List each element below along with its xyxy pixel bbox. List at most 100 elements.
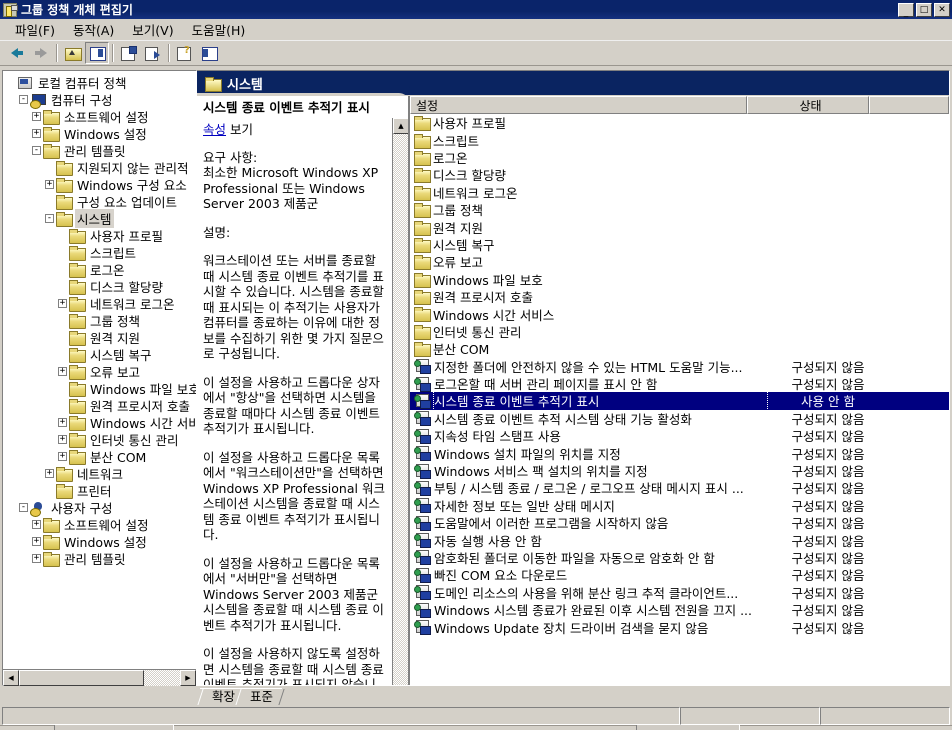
settings-list-rows[interactable]: 사용자 프로필 스크립트 로그온 디스크 할당량 네트워크 로그온 그룹 정책 원격 지원 시… <box>410 114 949 685</box>
tree-item[interactable]: 사용자 프로필 <box>6 227 196 244</box>
collapse-toggle-icon[interactable]: - <box>45 214 54 223</box>
settings-list-row[interactable]: 원격 지원 <box>410 218 949 236</box>
view-properties-link[interactable]: 속성 <box>203 122 226 137</box>
expand-toggle-icon[interactable]: + <box>58 418 67 427</box>
expand-toggle-icon[interactable]: + <box>32 554 41 563</box>
export-list-button[interactable] <box>141 42 165 64</box>
properties-button[interactable] <box>117 42 141 64</box>
settings-list-row[interactable]: 로그온 <box>410 149 949 166</box>
settings-list-row[interactable]: 인터넷 통신 관리 <box>410 323 949 340</box>
scroll-track[interactable] <box>19 669 180 686</box>
expand-toggle-icon[interactable]: + <box>58 367 67 376</box>
settings-list-row[interactable]: Windows 설치 파일의 위치를 지정 구성되지 않음 <box>410 444 949 462</box>
tree-item[interactable]: - 컴퓨터 구성 <box>6 91 196 109</box>
tree-item[interactable]: - 사용자 구성 <box>6 499 196 517</box>
settings-list-row[interactable]: 자세한 정보 또는 일반 상태 메시지 구성되지 않음 <box>410 497 949 514</box>
tab-standard[interactable]: 표준 <box>238 688 283 705</box>
show-hide-action-pane-button[interactable] <box>197 42 221 64</box>
settings-list-row[interactable]: 원격 프로시저 호출 <box>410 288 949 305</box>
tree-item[interactable]: - 관리 템플릿 <box>6 142 196 159</box>
expand-toggle-icon[interactable]: + <box>58 435 67 444</box>
tree-item[interactable]: Windows 파일 보호 <box>6 380 196 397</box>
settings-list-row[interactable]: 도메인 리소스의 사용을 위해 분산 링크 추적 클라이언트... 구성되지 않음 <box>410 584 949 601</box>
settings-list-row[interactable]: Windows 서비스 팩 설치의 위치를 지정 구성되지 않음 <box>410 462 949 479</box>
expand-toggle-icon[interactable]: + <box>58 452 67 461</box>
settings-list-row[interactable]: Windows Update 장치 드라이버 검색을 묻지 않음 구성되지 않음 <box>410 618 949 636</box>
close-button[interactable]: ✕ <box>934 2 950 17</box>
settings-list-row[interactable]: Windows 시스템 종료가 완료된 이후 시스템 전원을 끄지 ... 구성되… <box>410 601 949 618</box>
back-button[interactable] <box>5 42 29 64</box>
tree-item[interactable]: - 시스템 <box>6 209 196 228</box>
taskbar-button[interactable] <box>54 725 174 730</box>
settings-list-row[interactable]: 자동 실행 사용 안 함 구성되지 않음 <box>410 531 949 549</box>
scroll-up-button[interactable]: ▲ <box>393 118 408 134</box>
tree-item[interactable]: + Windows 설정 <box>6 125 196 142</box>
scroll-track[interactable] <box>393 134 408 685</box>
settings-list-row[interactable]: 시스템 종료 이벤트 추적 시스템 상태 기능 활성화 구성되지 않음 <box>410 410 949 427</box>
settings-list-row[interactable]: Windows 파일 보호 <box>410 271 949 288</box>
settings-list-row[interactable]: 스크립트 <box>410 131 949 149</box>
settings-list-row[interactable]: 지정한 폴더에 안전하지 않을 수 있는 HTML 도움말 기능... 구성되지 … <box>410 357 949 375</box>
settings-list-row[interactable]: 오류 보고 <box>410 253 949 270</box>
tree-item[interactable]: + 인터넷 통신 관리 <box>6 431 196 448</box>
expand-toggle-icon[interactable]: + <box>32 129 41 138</box>
tree-item[interactable]: + Windows 구성 요소 <box>6 176 196 193</box>
scroll-left-button[interactable]: ◀ <box>3 669 19 686</box>
column-header[interactable]: 상태 <box>747 96 869 114</box>
settings-list-row[interactable]: 네트워크 로그온 <box>410 184 949 201</box>
up-one-level-button[interactable] <box>61 42 85 64</box>
tree-item[interactable]: 프린터 <box>6 482 196 499</box>
settings-list-row[interactable]: 시스템 복구 <box>410 236 949 253</box>
settings-list-row[interactable]: 도움말에서 이러한 프로그램을 시작하지 않음 구성되지 않음 <box>410 514 949 531</box>
tree-item[interactable]: 로그온 <box>6 261 196 278</box>
settings-list-row[interactable]: Windows 시간 서비스 <box>410 305 949 323</box>
maximize-button[interactable]: □ <box>916 2 932 17</box>
scroll-thumb[interactable] <box>19 669 144 686</box>
tree-item[interactable]: 구성 요소 업데이트 <box>6 193 196 210</box>
settings-list-row[interactable]: 빠진 COM 요소 다운로드 구성되지 않음 <box>410 566 949 583</box>
settings-list-row[interactable]: 로그온할 때 서버 관리 페이지를 표시 안 함 구성되지 않음 <box>410 375 949 392</box>
menu-help[interactable]: 도움말(H) <box>183 18 255 41</box>
menu-view[interactable]: 보기(V) <box>123 18 182 41</box>
forward-button[interactable] <box>29 42 53 64</box>
column-header[interactable]: 설정 <box>410 96 747 114</box>
taskbar-button[interactable] <box>636 725 740 730</box>
expand-toggle-icon[interactable]: + <box>45 469 54 478</box>
extended-vertical-scrollbar[interactable]: ▲ ▼ <box>392 118 408 685</box>
settings-list-row[interactable]: 그룹 정책 <box>410 201 949 218</box>
collapse-toggle-icon[interactable]: - <box>19 95 28 104</box>
collapse-toggle-icon[interactable]: - <box>19 503 28 512</box>
expand-toggle-icon[interactable]: + <box>58 299 67 308</box>
tree-item[interactable]: + 소프트웨어 설정 <box>6 516 196 533</box>
console-tree[interactable]: 로컬 컴퓨터 정책 - 컴퓨터 구성 + 소프트웨어 설정 + Windows 설정 - 관리 … <box>3 71 196 669</box>
settings-list-row[interactable]: 사용자 프로필 <box>410 114 949 131</box>
settings-list-header[interactable]: 설정 상태 <box>410 96 949 114</box>
tree-item[interactable]: 지원되지 않는 관리적 <box>6 159 196 176</box>
expand-toggle-icon[interactable]: + <box>32 112 41 121</box>
tree-item[interactable]: + Windows 설정 <box>6 533 196 550</box>
tree-item[interactable]: + 소프트웨어 설정 <box>6 108 196 125</box>
column-header[interactable] <box>869 96 949 114</box>
tree-item[interactable]: + 네트워크 <box>6 465 196 482</box>
tree-item[interactable]: + 관리 템플릿 <box>6 550 196 567</box>
settings-list-row[interactable]: 분산 COM <box>410 340 949 357</box>
expand-toggle-icon[interactable]: + <box>45 180 54 189</box>
tree-item[interactable]: 스크립트 <box>6 244 196 261</box>
tree-item[interactable]: + 네트워크 로그온 <box>6 295 196 312</box>
tree-item[interactable]: +Windows 시간 서비스 <box>6 414 196 431</box>
settings-list-row[interactable]: 디스크 할당량 <box>410 166 949 183</box>
tree-item[interactable]: 시스템 복구 <box>6 346 196 363</box>
help-button[interactable] <box>173 42 197 64</box>
settings-list-row[interactable]: 부팅 / 시스템 종료 / 로그온 / 로그오프 상태 메시지 표시 ... 구성… <box>410 479 949 496</box>
expand-toggle-icon[interactable]: + <box>32 537 41 546</box>
scroll-right-button[interactable]: ▶ <box>180 669 196 686</box>
minimize-button[interactable]: _ <box>898 2 914 18</box>
settings-list-row[interactable]: 지속성 타임 스탬프 사용 구성되지 않음 <box>410 427 949 444</box>
tree-item[interactable]: + 오류 보고 <box>6 363 196 380</box>
tree-item[interactable]: 원격 지원 <box>6 329 196 346</box>
menu-action[interactable]: 동작(A) <box>64 18 123 41</box>
tree-item[interactable]: 원격 프로시저 호출 <box>6 397 196 414</box>
menu-file[interactable]: 파일(F) <box>6 18 64 41</box>
expand-toggle-icon[interactable]: + <box>32 520 41 529</box>
tree-horizontal-scrollbar[interactable]: ◀ ▶ <box>3 669 196 686</box>
